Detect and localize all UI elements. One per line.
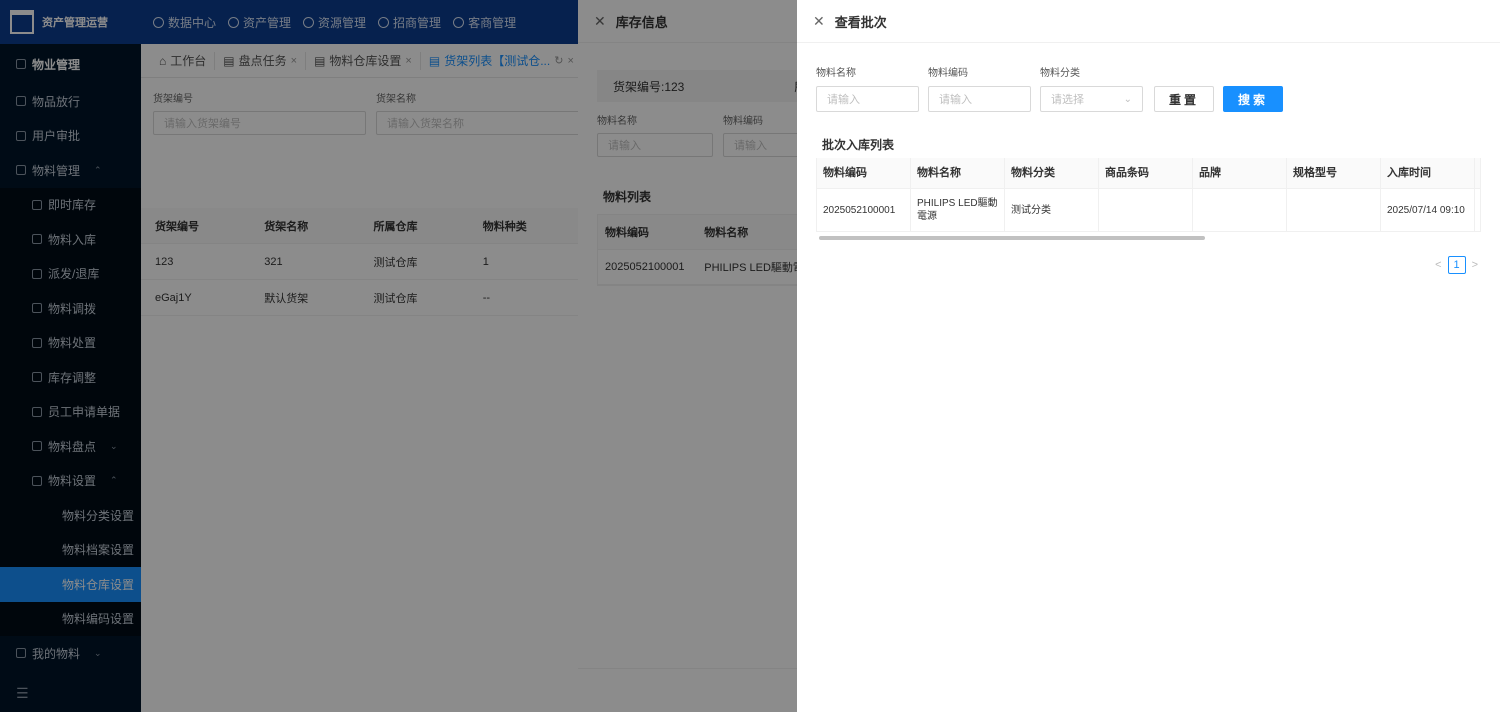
drawer-header: ✕ 查看批次 (797, 0, 1500, 43)
batch-drawer: ✕ 查看批次 物料名称 请输入 物料编码 请输入 物料分类 请选择 ⌄ 重置 搜… (797, 0, 1500, 712)
table-cell: 测试分类 (1005, 189, 1099, 231)
batch-table: 物料编码 物料名称 物料分类 商品条码 品牌 规格型号 入库时间 2025052… (816, 158, 1481, 232)
table-cell: 2025052100001 (817, 189, 911, 231)
column-header: 物料名称 (911, 158, 1005, 188)
column-header: 物料分类 (1005, 158, 1099, 188)
filter-material-name: 物料名称 请输入 (816, 64, 919, 112)
column-header: 入库时间 (1381, 158, 1475, 188)
table-cell (1099, 189, 1193, 231)
app-root: 资产管理运营 数据中心 资产管理 资源管理 招商管理 客商管理 物业管理 物品放… (0, 0, 1500, 712)
filter-material-category: 物料分类 请选择 ⌄ (1040, 64, 1143, 112)
filter-label: 物料名称 (816, 68, 856, 79)
column-header: 规格型号 (1287, 158, 1381, 188)
page-number[interactable]: 1 (1447, 256, 1466, 274)
reset-button[interactable]: 重置 (1154, 86, 1215, 112)
prev-page-icon[interactable]: < (1435, 259, 1441, 271)
table-cell: PHILIPS LED驅動電源 (911, 189, 1005, 231)
filter-label: 物料分类 (1040, 68, 1080, 79)
horizontal-scrollbar[interactable] (819, 236, 1205, 240)
filter-material-code: 物料编码 请输入 (928, 64, 1031, 112)
table-cell: 2025/07/14 09:10 (1381, 189, 1475, 231)
column-header: 物料编码 (817, 158, 911, 188)
table-cell (1287, 189, 1381, 231)
material-code-input[interactable]: 请输入 (928, 86, 1031, 112)
select-placeholder: 请选择 (1051, 94, 1084, 106)
material-name-input[interactable]: 请输入 (816, 86, 919, 112)
nested-drawer-mask[interactable] (578, 0, 797, 712)
batch-filters: 物料名称 请输入 物料编码 请输入 物料分类 请选择 ⌄ 重置 搜索 (816, 64, 1284, 112)
section-title: 批次入库列表 (822, 138, 895, 152)
column-header: 品牌 (1193, 158, 1287, 188)
chevron-down-icon: ⌄ (1123, 93, 1132, 105)
search-button[interactable]: 搜索 (1223, 86, 1284, 112)
filter-label: 物料编码 (928, 68, 968, 79)
table-cell (1193, 189, 1287, 231)
table-row[interactable]: 2025052100001 PHILIPS LED驅動電源 测试分类 2025/… (817, 189, 1480, 232)
next-page-icon[interactable]: > (1472, 259, 1478, 271)
close-icon[interactable]: ✕ (813, 13, 825, 30)
table-header: 物料编码 物料名称 物料分类 商品条码 品牌 规格型号 入库时间 (817, 158, 1480, 189)
pagination: < 1 > (1435, 256, 1478, 274)
material-category-select[interactable]: 请选择 ⌄ (1040, 86, 1143, 112)
drawer-title: 查看批次 (834, 14, 887, 30)
column-header: 商品条码 (1099, 158, 1193, 188)
